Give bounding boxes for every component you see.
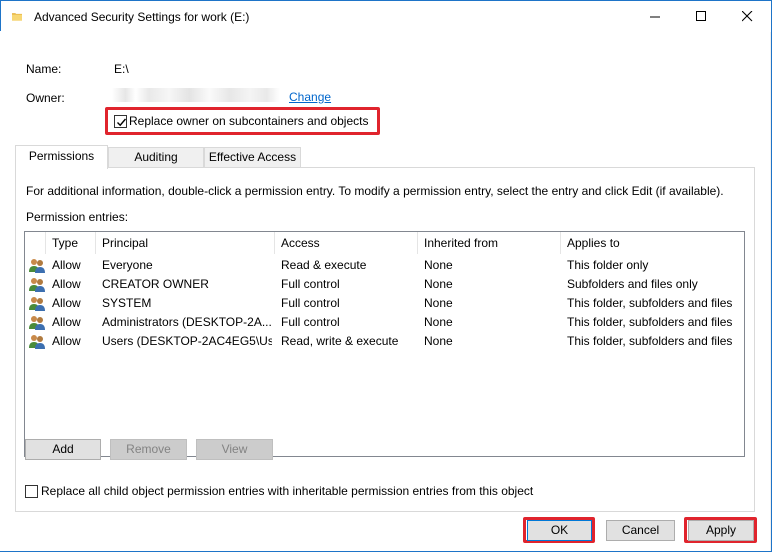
cell-principal: Administrators (DESKTOP-2A... — [102, 315, 272, 329]
cell-inherited-from: None — [424, 277, 453, 291]
cell-access: Read & execute — [281, 258, 367, 272]
column-header-principal[interactable]: Principal — [96, 232, 275, 254]
cell-applies-to: This folder, subfolders and files — [567, 334, 733, 348]
table-row[interactable]: Allow CREATOR OWNER Full control None Su… — [25, 275, 744, 294]
column-header-type[interactable]: Type — [46, 232, 96, 254]
cell-type: Allow — [52, 315, 81, 329]
replace-owner-checkbox[interactable] — [114, 115, 127, 128]
cell-inherited-from: None — [424, 296, 453, 310]
title-bar[interactable]: Advanced Security Settings for work (E:) — [1, 1, 771, 32]
cancel-button[interactable]: Cancel — [606, 520, 675, 541]
name-label: Name: — [26, 62, 62, 76]
cell-principal: Users (DESKTOP-2AC4EG5\Us... — [102, 334, 272, 348]
users-icon — [29, 259, 45, 273]
minimize-button[interactable] — [633, 1, 679, 32]
owner-value-redacted — [112, 88, 280, 102]
close-icon — [742, 11, 753, 22]
cell-principal: CREATOR OWNER — [102, 277, 209, 291]
apply-button[interactable]: Apply — [688, 520, 754, 541]
permission-entries-label: Permission entries: — [26, 210, 129, 224]
folder-icon — [12, 13, 22, 21]
tab-permissions[interactable]: Permissions — [15, 145, 108, 169]
replace-owner-label: Replace owner on subcontainers and objec… — [129, 114, 369, 128]
cell-type: Allow — [52, 296, 81, 310]
list-header: Type Principal Access Inherited from App… — [25, 232, 744, 254]
info-text: For additional information, double-click… — [26, 184, 724, 198]
users-icon — [29, 316, 45, 330]
table-row[interactable]: Allow Everyone Read & execute None This … — [25, 256, 744, 275]
table-row[interactable]: Allow SYSTEM Full control None This fold… — [25, 294, 744, 313]
owner-label: Owner: — [26, 91, 65, 105]
users-icon — [29, 335, 45, 349]
window-title: Advanced Security Settings for work (E:) — [34, 10, 250, 24]
column-header-inherited-from[interactable]: Inherited from — [418, 232, 561, 254]
column-header-access[interactable]: Access — [275, 232, 418, 254]
remove-button[interactable]: Remove — [110, 439, 187, 460]
cell-type: Allow — [52, 334, 81, 348]
checkmark-icon — [117, 118, 127, 127]
cell-type: Allow — [52, 277, 81, 291]
cell-inherited-from: None — [424, 258, 453, 272]
cell-applies-to: Subfolders and files only — [567, 277, 698, 291]
permission-entries-list[interactable]: Type Principal Access Inherited from App… — [24, 231, 745, 457]
cell-applies-to: This folder, subfolders and files — [567, 315, 733, 329]
cell-access: Full control — [281, 277, 340, 291]
cell-principal: SYSTEM — [102, 296, 152, 310]
cell-inherited-from: None — [424, 315, 453, 329]
tab-effective-access[interactable]: Effective Access — [204, 147, 301, 168]
change-owner-link[interactable]: Change — [289, 90, 331, 104]
table-row[interactable]: Allow Administrators (DESKTOP-2A... Full… — [25, 313, 744, 332]
replace-child-permissions-label: Replace all child object permission entr… — [41, 484, 534, 498]
cell-access: Full control — [281, 315, 340, 329]
cell-principal: Everyone — [102, 258, 153, 272]
cell-inherited-from: None — [424, 334, 453, 348]
cell-applies-to: This folder, subfolders and files — [567, 296, 733, 310]
add-button[interactable]: Add — [25, 439, 101, 460]
table-row[interactable]: Allow Users (DESKTOP-2AC4EG5\Us... Read,… — [25, 332, 744, 351]
minimize-icon — [650, 16, 660, 18]
view-button[interactable]: View — [196, 439, 273, 460]
ok-button[interactable]: OK — [527, 520, 592, 541]
cell-applies-to: This folder only — [567, 258, 649, 272]
maximize-icon — [696, 11, 706, 21]
cell-access: Full control — [281, 296, 340, 310]
column-header-icon[interactable] — [25, 232, 46, 254]
tab-auditing[interactable]: Auditing — [108, 147, 204, 168]
cell-access: Read, write & execute — [281, 334, 399, 348]
cell-type: Allow — [52, 258, 81, 272]
column-header-applies-to[interactable]: Applies to — [561, 232, 744, 254]
replace-child-permissions-checkbox[interactable] — [25, 485, 38, 498]
maximize-button[interactable] — [679, 1, 725, 32]
users-icon — [29, 278, 45, 292]
close-button[interactable] — [725, 1, 771, 32]
name-value: E:\ — [114, 62, 129, 76]
users-icon — [29, 297, 45, 311]
